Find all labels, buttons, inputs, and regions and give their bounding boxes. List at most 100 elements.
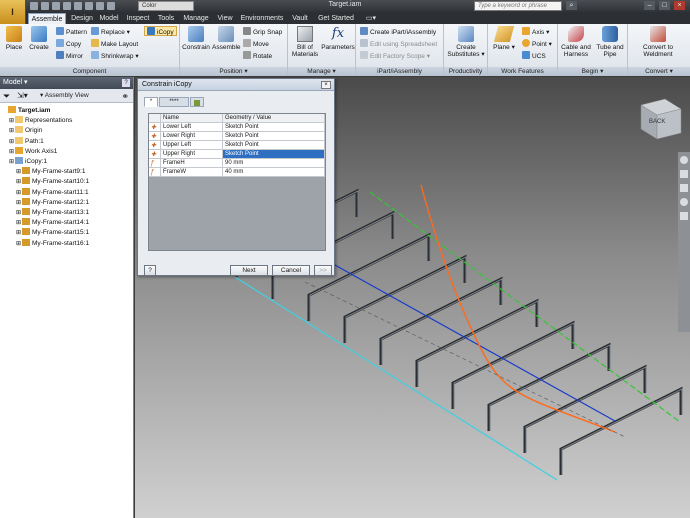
name-column-header[interactable]: Name [161, 114, 223, 123]
replace-button[interactable]: Replace ▾ [91, 27, 130, 37]
maximize-icon[interactable]: □ [659, 1, 670, 10]
row-value[interactable]: 40 mm [223, 168, 325, 177]
point-button[interactable]: Point ▾ [522, 39, 552, 49]
table-row[interactable]: ✚ Upper Right Sketch Point [149, 150, 325, 159]
dialog-tab-2[interactable]: **** [159, 97, 189, 107]
tab-manage[interactable]: Manage [180, 13, 212, 24]
panel-convert-title[interactable]: Convert ▾ [628, 67, 690, 76]
help-button[interactable]: ? [144, 265, 156, 276]
look-at-icon[interactable] [680, 212, 688, 220]
tab-environments[interactable]: Environments [238, 13, 286, 24]
browser-node[interactable]: ⊞ iCopy:1 [9, 157, 47, 166]
browser-node[interactable]: ⊞ Work Axis1 [9, 146, 57, 156]
constrain-button[interactable]: Constrain [182, 26, 210, 51]
steering-wheel-icon[interactable] [680, 156, 688, 164]
search-icon[interactable]: ⌕ [566, 1, 577, 10]
browser-help-icon[interactable]: ? [122, 79, 130, 87]
mirror-button[interactable]: Mirror [56, 51, 83, 61]
edit-factory-scope-button[interactable]: Edit Factory Scope ▾ [360, 51, 430, 61]
browser-node[interactable]: ⊞ Origin [9, 126, 42, 135]
shrinkwrap-button[interactable]: Shrinkwrap ▾ [91, 51, 139, 61]
browser-node[interactable]: ⊞ My-Frame-start14:1 [16, 218, 89, 227]
browser-node[interactable]: ⊞ My-Frame-start16:1 [16, 238, 89, 248]
dialog-tab-3[interactable] [190, 97, 204, 107]
assemble-button[interactable]: Assemble [212, 26, 241, 51]
next-button[interactable]: Next [230, 265, 268, 276]
browser-node[interactable]: ⊞ Representations [9, 116, 72, 125]
bill-of-materials-button[interactable]: Bill of Materials [290, 26, 320, 58]
tab-view[interactable]: View [214, 13, 236, 24]
convert-to-weldment-button[interactable]: Convert to Weldment [630, 26, 686, 58]
search-input[interactable]: Type a keyword or phrase [474, 1, 562, 11]
table-row[interactable]: f FrameW 40 mm [149, 168, 325, 177]
plane-button[interactable]: Plane ▾ [491, 26, 517, 51]
grip-snap-button[interactable]: Grip Snap [243, 27, 282, 37]
frame-instance[interactable] [487, 342, 611, 431]
row-value[interactable]: Sketch Point [223, 141, 325, 150]
browser-node[interactable]: ⊞ Path:1 [9, 136, 44, 146]
browser-node[interactable]: ⊞ My-Frame-start12:1 [16, 197, 89, 207]
tab-inspect[interactable]: Inspect [123, 13, 153, 24]
filter-icon[interactable]: ⏷ [3, 91, 10, 101]
place-button[interactable]: Place [3, 26, 25, 51]
application-menu-button[interactable]: I [0, 0, 26, 24]
ucs-button[interactable]: UCS [522, 51, 546, 61]
cancel-button[interactable]: Cancel [272, 265, 310, 276]
browser-node[interactable]: ⊞ My-Frame-start15:1 [16, 228, 89, 237]
orbit-icon[interactable] [680, 198, 688, 206]
viewcube[interactable]: BACK [640, 98, 682, 140]
binoculars-icon[interactable]: ⚭ [121, 91, 129, 101]
rotate-button[interactable]: Rotate [243, 51, 272, 61]
create-ipart-button[interactable]: Create iPart/iAssembly [360, 27, 436, 37]
browser-node[interactable]: ⊞ My-Frame-start11:1 [16, 187, 89, 197]
zoom-icon[interactable] [680, 184, 688, 192]
close-icon[interactable]: × [321, 81, 331, 89]
cyan-axis-line[interactable] [234, 276, 558, 481]
parameters-button[interactable]: fx Parameters [321, 26, 355, 51]
icopy-button[interactable]: iCopy [144, 26, 177, 36]
table-row[interactable]: ✚ Lower Right Sketch Point [149, 132, 325, 141]
panel-begin-title[interactable]: Begin ▾ [558, 67, 627, 76]
close-icon[interactable]: × [674, 1, 685, 10]
browser-header[interactable]: Model ▾ ? [0, 77, 133, 89]
assembly-view-dropdown[interactable]: ▾ Assembly View [40, 90, 89, 102]
panel-options-icon[interactable]: ▭▾ [362, 13, 380, 24]
browser-node[interactable]: Target.iam [2, 106, 50, 115]
create-button[interactable]: Create [27, 26, 51, 51]
row-value[interactable]: Sketch Point [223, 150, 325, 159]
tab-get-started[interactable]: Get Started [314, 13, 358, 24]
value-column-header[interactable]: Geometry / Value [223, 114, 325, 123]
frame-instance[interactable] [451, 320, 575, 409]
tab-design[interactable]: Design [68, 13, 96, 24]
forward-button[interactable]: >> [314, 265, 332, 276]
table-row[interactable]: f FrameH 90 mm [149, 159, 325, 168]
tab-vault[interactable]: Vault [288, 13, 312, 24]
dialog-tab-1[interactable]: * [144, 97, 158, 107]
move-button[interactable]: Move [243, 39, 269, 49]
browser-node[interactable]: ⊞ My-Frame-start13:1 [16, 208, 89, 217]
pan-icon[interactable] [680, 170, 688, 178]
dialog-title-bar[interactable]: Constrain iCopy × [138, 79, 334, 91]
tube-and-pipe-button[interactable]: Tube and Pipe [594, 26, 626, 58]
minimize-icon[interactable]: – [644, 1, 655, 10]
create-substitutes-button[interactable]: Create Substitutes ▾ [446, 26, 486, 58]
tab-tools[interactable]: Tools [154, 13, 178, 24]
row-value[interactable]: Sketch Point [223, 132, 325, 141]
browser-node[interactable]: ⊞ My-Frame-start9:1 [16, 167, 85, 176]
panel-component-title[interactable]: Component [0, 67, 179, 76]
frame-instance[interactable] [523, 364, 647, 453]
make-layout-button[interactable]: Make Layout [91, 39, 138, 49]
row-value[interactable]: Sketch Point [223, 123, 325, 132]
panel-position-title[interactable]: Position ▾ [180, 67, 287, 76]
tab-model[interactable]: Model [96, 13, 122, 24]
panel-manage-title[interactable]: Manage ▾ [288, 67, 355, 76]
pattern-button[interactable]: Pattern [56, 27, 87, 37]
cable-and-harness-button[interactable]: Cable and Harness [560, 26, 592, 58]
frame-instance[interactable] [559, 386, 683, 475]
edit-spreadsheet-button[interactable]: Edit using Spreadsheet [360, 39, 437, 49]
browser-node[interactable]: ⊞ My-Frame-start10:1 [16, 177, 89, 186]
tab-assemble[interactable]: Assemble [28, 13, 66, 24]
expand-icon[interactable]: ⇲▾ [17, 91, 28, 101]
table-row[interactable]: ✚ Upper Left Sketch Point [149, 141, 325, 150]
table-row[interactable]: ✚ Lower Left Sketch Point [149, 123, 325, 132]
